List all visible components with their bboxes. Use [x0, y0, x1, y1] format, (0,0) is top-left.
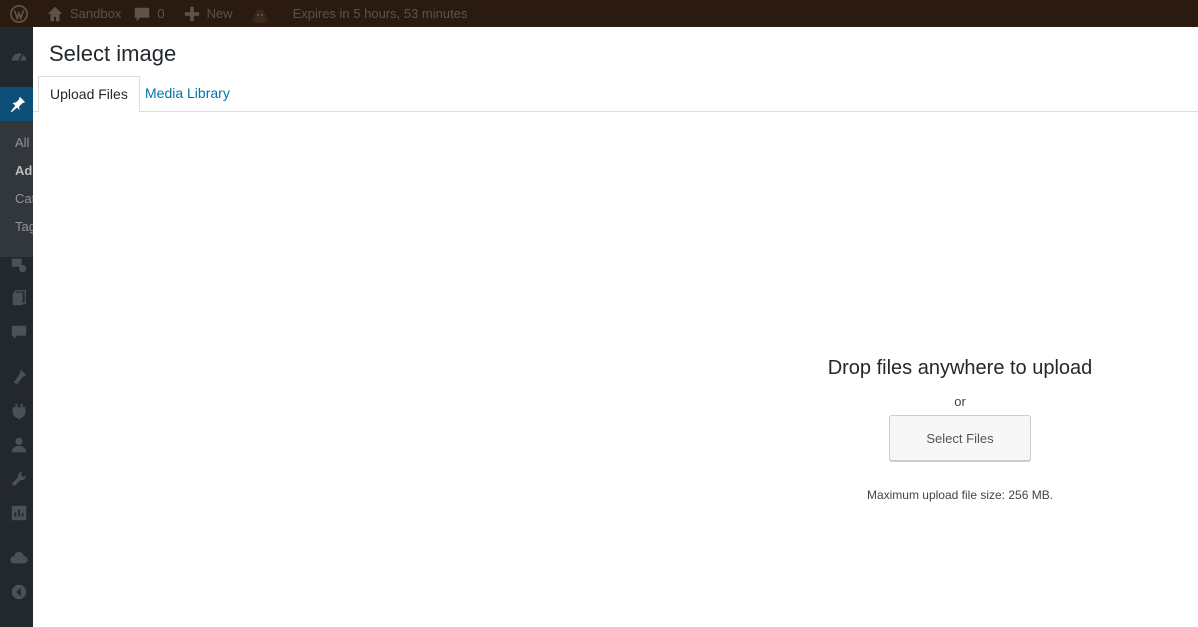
new-label: New — [206, 6, 233, 21]
admin-menu: All Ad Cat Tag — [0, 27, 33, 627]
pin-icon — [10, 96, 26, 113]
collapse-icon[interactable] — [10, 583, 28, 601]
tools-icon[interactable] — [10, 470, 28, 488]
submenu-item-add[interactable]: Ad — [15, 163, 32, 178]
users-icon[interactable] — [10, 436, 28, 454]
comments-link[interactable]: 0 — [127, 0, 170, 27]
poop-emoji-icon — [251, 8, 268, 23]
drop-files-heading: Drop files anywhere to upload — [827, 357, 1093, 379]
cloud-icon[interactable] — [10, 549, 28, 567]
settings-icon[interactable] — [10, 504, 28, 522]
site-name-link[interactable]: Sandbox — [40, 0, 127, 27]
menu-item-posts[interactable] — [0, 87, 33, 121]
upload-drop-zone[interactable]: Drop files anywhere to upload or Select … — [33, 113, 1198, 627]
submenu-item-tags[interactable]: Tag — [15, 219, 33, 234]
sandbox-emoji-link[interactable] — [243, 0, 283, 27]
comment-icon — [135, 7, 150, 21]
posts-submenu: All Ad Cat Tag — [0, 121, 33, 257]
modal-title: Select image — [49, 41, 177, 66]
appearance-icon[interactable] — [10, 368, 28, 386]
submenu-item-all[interactable]: All — [15, 135, 29, 150]
media-icon[interactable] — [10, 256, 28, 274]
plus-icon — [184, 6, 199, 21]
select-files-button[interactable]: Select Files — [889, 415, 1031, 461]
max-upload-size: Maximum upload file size: 256 MB. — [866, 488, 1054, 502]
new-content-link[interactable]: New — [177, 0, 239, 27]
or-separator: or — [954, 394, 966, 409]
plugins-icon[interactable] — [10, 402, 28, 420]
select-image-modal: Select image Upload Files Media Library … — [33, 27, 1198, 627]
tab-upload-files[interactable]: Upload Files — [38, 76, 140, 113]
comments-icon[interactable] — [10, 323, 28, 341]
submenu-item-categories[interactable]: Cat — [15, 191, 33, 206]
home-icon — [47, 6, 63, 21]
expires-text: Expires in 5 hours, 53 minutes — [292, 6, 468, 21]
tab-media-library[interactable]: Media Library — [134, 76, 241, 113]
comments-count: 0 — [157, 6, 165, 21]
modal-tabs: Upload Files Media Library — [33, 74, 1198, 113]
wordpress-menu[interactable] — [0, 0, 40, 27]
expires-notice: Expires in 5 hours, 53 minutes — [287, 0, 474, 27]
pages-icon[interactable] — [10, 289, 28, 307]
admin-bar: Sandbox 0 New Expires in 5 hours, 53 min… — [0, 0, 1198, 27]
dashboard-icon[interactable] — [10, 48, 28, 66]
site-name: Sandbox — [70, 6, 122, 21]
wordpress-logo-icon — [10, 4, 28, 23]
